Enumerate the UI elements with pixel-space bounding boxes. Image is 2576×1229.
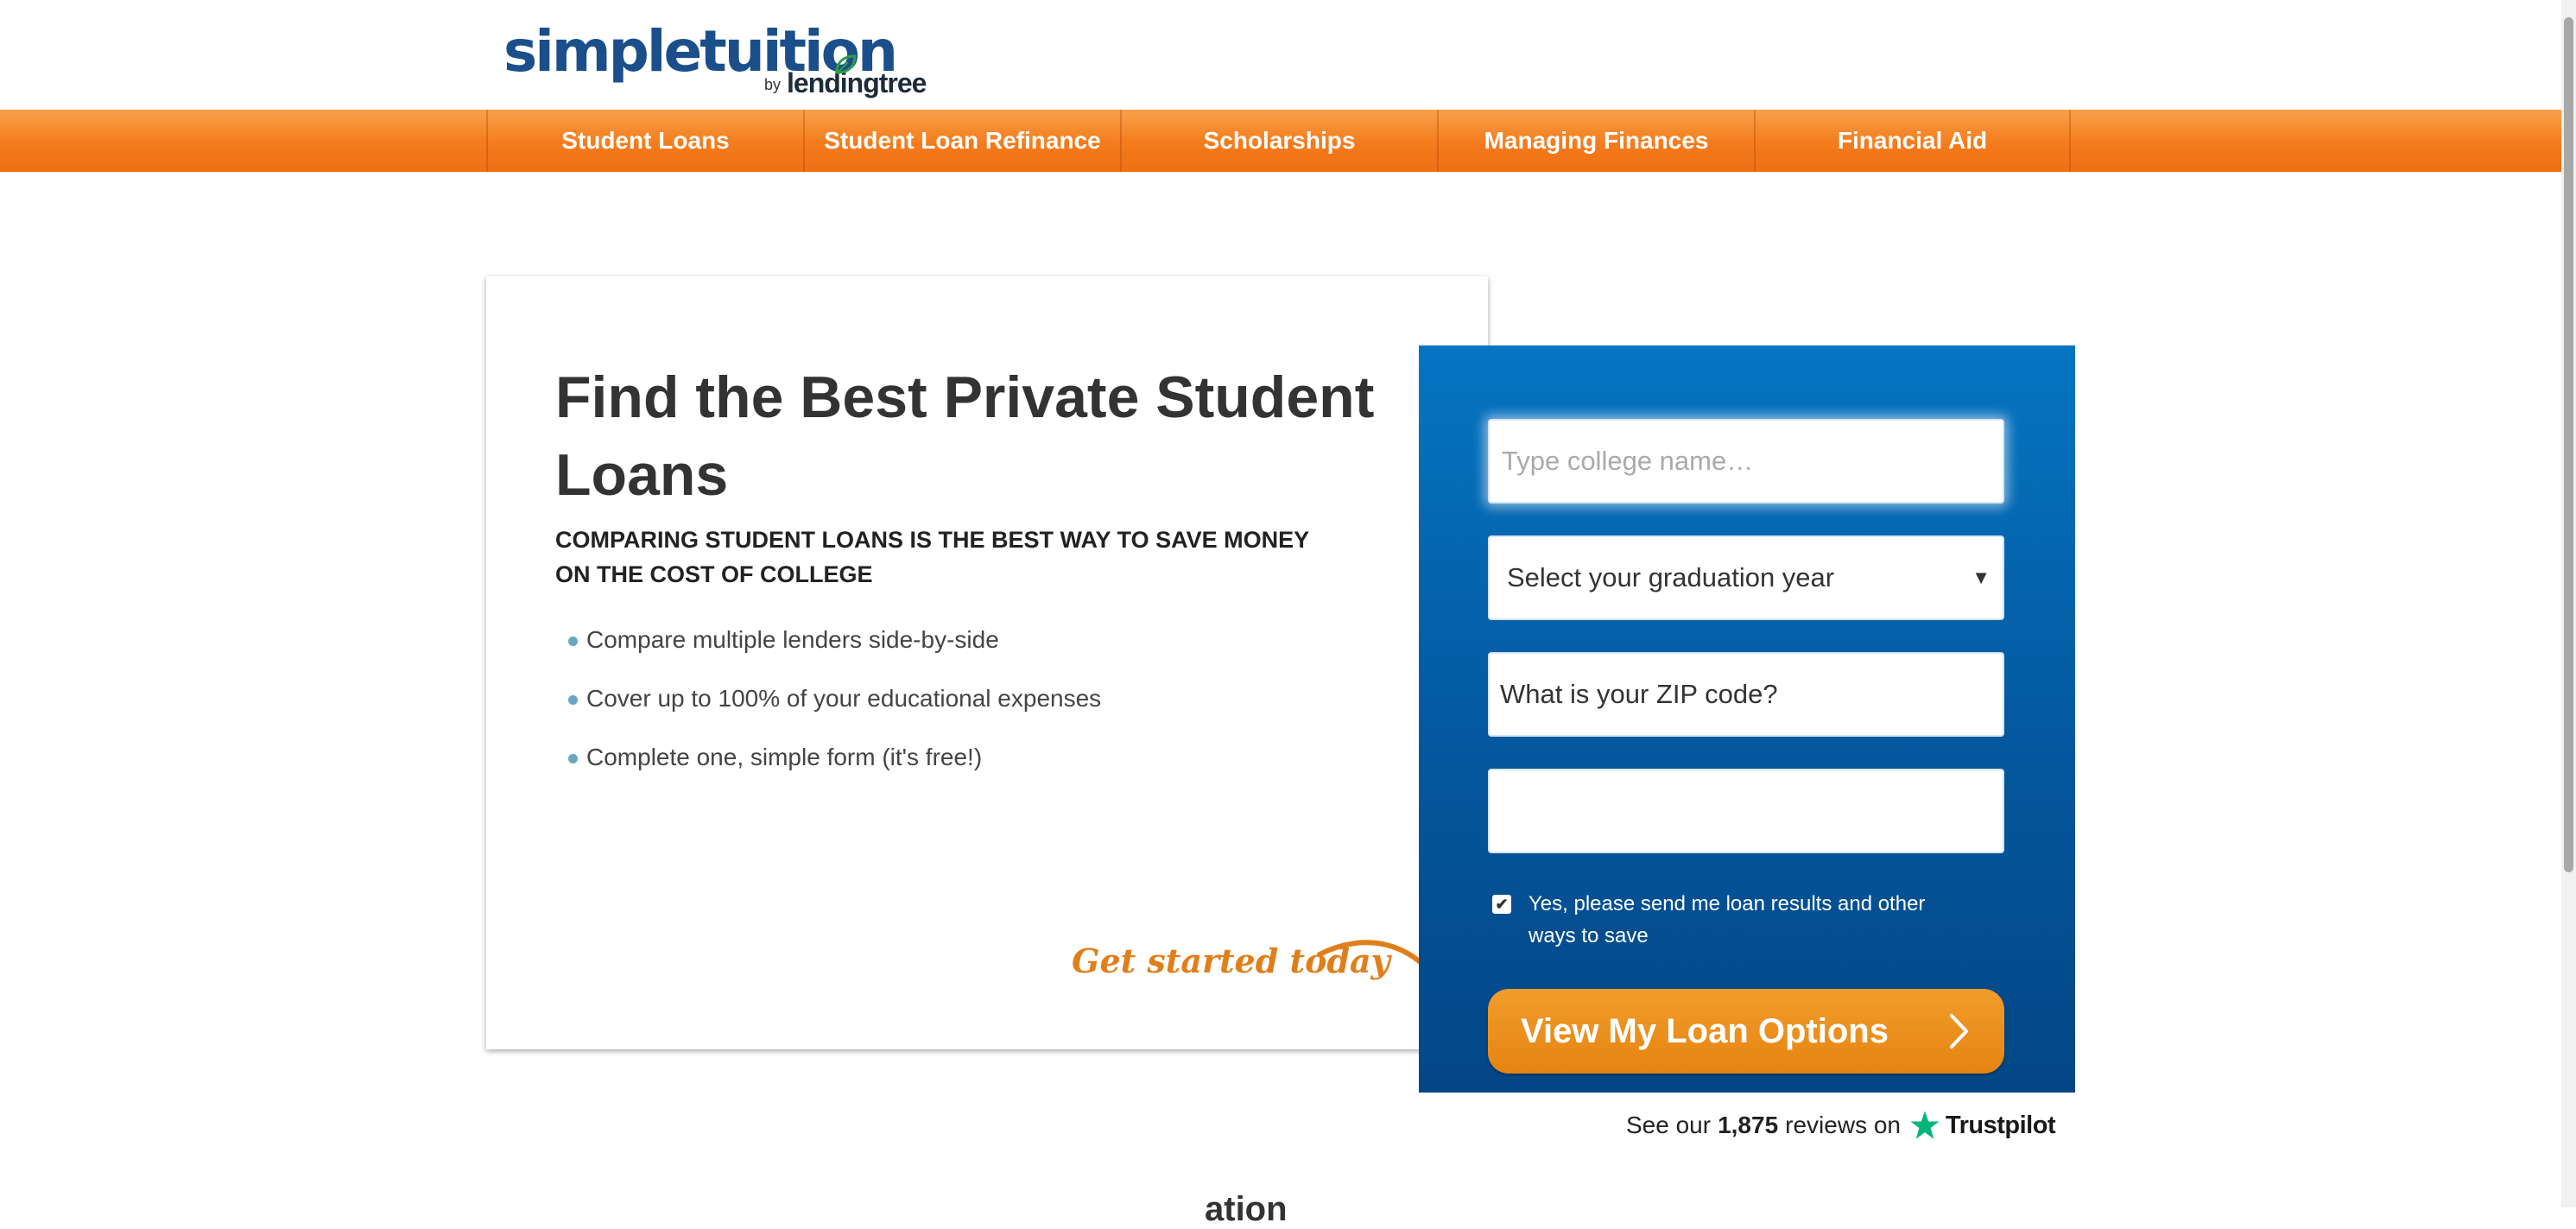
trustpilot-suffix: reviews on: [1785, 1112, 1901, 1138]
list-item: Compare multiple lenders side-by-side: [568, 626, 1101, 685]
loan-form-panel: Select your graduation year ▼ What is yo…: [1419, 345, 2075, 1093]
nav-item-student-loans[interactable]: Student Loans: [486, 110, 803, 172]
zip-code-field[interactable]: What is your ZIP code?: [1488, 652, 2004, 737]
consent-checkbox[interactable]: ✔: [1492, 895, 1511, 914]
bullet-text: Compare multiple lenders side-by-side: [586, 626, 999, 653]
nav-item-scholarships[interactable]: Scholarships: [1120, 110, 1437, 172]
consent-label: Yes, please send me loan results and oth…: [1529, 892, 1926, 947]
trustpilot-reviews[interactable]: See our 1,875 reviews on Trustpilot: [1626, 1110, 2056, 1141]
bullet-icon: [568, 695, 578, 705]
dropdown-triangle-icon: ▼: [1972, 567, 1991, 588]
college-name-input[interactable]: [1490, 421, 2003, 502]
main-nav: Student Loans Student Loan Refinance Sch…: [0, 110, 2561, 172]
list-item: Complete one, simple form (it's free!): [568, 744, 1101, 802]
hero-subtitle: COMPARING STUDENT LOANS IS THE BEST WAY …: [555, 527, 1309, 587]
nav-item-financial-aid[interactable]: Financial Aid: [1754, 110, 2071, 172]
section-heading-partial: ation: [1205, 1190, 1288, 1228]
graduation-year-selected: Select your graduation year: [1507, 562, 1835, 592]
scrollbar-thumb[interactable]: [2564, 17, 2573, 872]
hero-card: Find the Best Private Student Loans COMP…: [486, 276, 1488, 1049]
page-title: Find the Best Private Student Loans: [555, 364, 1375, 508]
page-scrollbar[interactable]: [2561, 0, 2576, 1207]
trustpilot-star-icon: [1910, 1111, 1940, 1139]
benefit-list: Compare multiple lenders side-by-side Co…: [568, 626, 1101, 802]
bullet-icon: [568, 754, 578, 763]
trustpilot-brand: Trustpilot: [1946, 1111, 2056, 1139]
nav-item-student-loan-refinance[interactable]: Student Loan Refinance: [803, 110, 1120, 172]
leaf-icon: [835, 54, 857, 74]
bullet-icon: [568, 637, 578, 646]
list-item: Cover up to 100% of your educational exp…: [568, 685, 1101, 744]
college-name-field[interactable]: [1488, 419, 2004, 504]
trustpilot-prefix: See our: [1626, 1112, 1712, 1138]
review-count: 1,875: [1718, 1112, 1779, 1138]
simpletuition-logo[interactable]: simpletuition by lendingtree: [503, 17, 927, 99]
bullet-text: Cover up to 100% of your educational exp…: [586, 685, 1102, 712]
additional-input-field[interactable]: [1488, 769, 2004, 853]
nav-item-managing-finances[interactable]: Managing Finances: [1437, 110, 1754, 172]
graduation-year-select[interactable]: Select your graduation year ▼: [1488, 535, 2004, 620]
bullet-text: Complete one, simple form (it's free!): [586, 744, 983, 770]
site-header: simpletuition by lendingtree: [0, 0, 2561, 110]
view-loan-options-button[interactable]: View My Loan Options: [1488, 989, 2004, 1074]
chevron-right-icon: [1950, 1014, 1968, 1048]
zip-code-text: What is your ZIP code?: [1500, 679, 1778, 709]
cta-label: View My Loan Options: [1521, 1011, 1889, 1050]
logo-by-text: by: [764, 76, 782, 93]
consent-row: ✔ Yes, please send me loan results and o…: [1492, 888, 1976, 952]
